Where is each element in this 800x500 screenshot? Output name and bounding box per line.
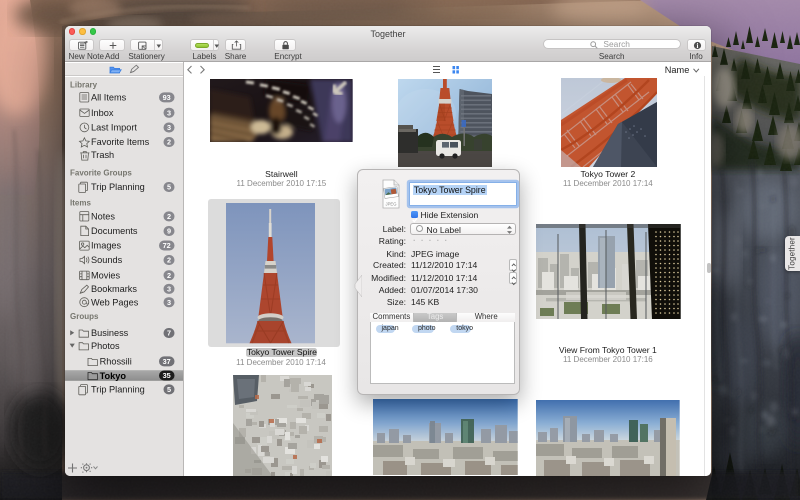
svg-text:Favorite Items: Favorite Items [91,137,150,147]
svg-text:3: 3 [167,298,171,307]
svg-text:All Items: All Items [91,93,127,103]
svg-text:Name: Name [665,65,690,75]
svg-text:Favorite Groups: Favorite Groups [70,169,132,178]
svg-text:Sounds: Sounds [91,255,123,265]
svg-text:Rhossili: Rhossili [100,357,132,367]
svg-text:Trip Planning: Trip Planning [91,385,145,395]
svg-text:Last Import: Last Import [91,123,137,133]
svg-text:93: 93 [163,93,171,102]
svg-text:5: 5 [167,183,171,192]
svg-text:7: 7 [167,329,171,338]
svg-text:37: 37 [163,357,171,366]
svg-text:2: 2 [167,271,171,280]
svg-text:Trash: Trash [91,150,114,160]
svg-text:i: i [696,42,698,50]
svg-text:Business: Business [91,328,129,338]
svg-text:Photos: Photos [91,341,120,351]
svg-text:2: 2 [167,138,171,147]
svg-text:Notes: Notes [91,212,115,222]
svg-text:72: 72 [163,241,171,250]
svg-text:Tokyo: Tokyo [100,371,127,381]
svg-text:Web Pages: Web Pages [91,297,139,307]
svg-text:3: 3 [167,123,171,132]
svg-text:Images: Images [91,241,122,251]
svg-text:5: 5 [167,385,171,394]
svg-text:Inbox: Inbox [91,108,114,118]
svg-text:Items: Items [70,199,91,208]
svg-text:2: 2 [167,212,171,221]
svg-text:Library: Library [70,80,98,89]
svg-text:3: 3 [167,285,171,294]
svg-text:Movies: Movies [91,271,121,281]
svg-text:Trip Planning: Trip Planning [91,182,145,192]
svg-text:Groups: Groups [70,312,99,321]
svg-text:3: 3 [167,108,171,117]
svg-text:Bookmarks: Bookmarks [91,284,137,294]
svg-text:2: 2 [167,256,171,265]
svg-text:35: 35 [163,371,171,380]
svg-text:JPEG: JPEG [386,202,397,207]
svg-text:Documents: Documents [91,226,138,236]
svg-text:9: 9 [167,227,171,236]
